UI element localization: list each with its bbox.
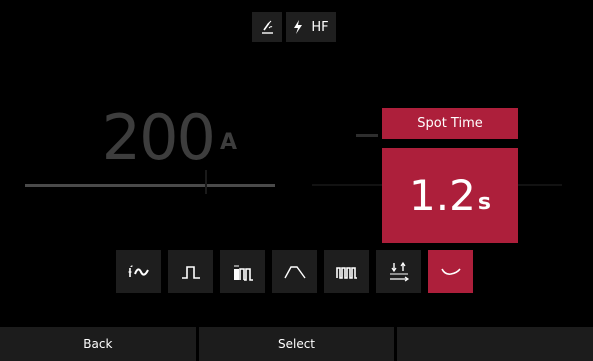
mode-multi-bar-button[interactable] bbox=[220, 250, 265, 293]
spot-time-label[interactable]: Spot Time bbox=[382, 108, 518, 139]
mode-hotstart-button[interactable] bbox=[116, 250, 161, 293]
trigger-up-down-icon bbox=[388, 261, 410, 283]
pulse-train-icon bbox=[335, 264, 359, 280]
spot-wave-icon bbox=[440, 266, 462, 278]
mode-spot-button[interactable] bbox=[428, 250, 473, 293]
spot-time-unit: s bbox=[477, 190, 491, 215]
divider-dash bbox=[356, 134, 378, 137]
back-button[interactable]: Back bbox=[0, 327, 196, 361]
mode-selector bbox=[116, 250, 473, 293]
spot-time-value: 1.2 bbox=[409, 171, 476, 220]
current-unit: A bbox=[220, 130, 238, 155]
spot-time-value-box[interactable]: 1.2 s bbox=[382, 148, 518, 243]
pulse-single-icon bbox=[180, 264, 202, 280]
select-button[interactable]: Select bbox=[198, 327, 395, 361]
softkey-3-button[interactable] bbox=[397, 327, 593, 361]
lightning-icon bbox=[293, 20, 303, 34]
ramp-icon bbox=[283, 264, 307, 280]
current-underline-tick bbox=[205, 170, 207, 194]
mode-ramp-button[interactable] bbox=[272, 250, 317, 293]
mode-trigger-button[interactable] bbox=[376, 250, 421, 293]
hf-indicator: HF bbox=[286, 12, 336, 42]
torch-icon bbox=[259, 19, 275, 35]
mode-pulse-train-button[interactable] bbox=[324, 250, 369, 293]
torch-indicator bbox=[252, 12, 282, 42]
current-underline bbox=[25, 184, 275, 187]
current-value[interactable]: 200 bbox=[84, 103, 216, 173]
softkey-bar: Back Select bbox=[0, 327, 593, 361]
hotstart-wave-icon bbox=[126, 264, 152, 280]
pulse-multi-bar-icon bbox=[232, 263, 254, 281]
hf-label: HF bbox=[311, 19, 329, 35]
mode-single-pulse-button[interactable] bbox=[168, 250, 213, 293]
